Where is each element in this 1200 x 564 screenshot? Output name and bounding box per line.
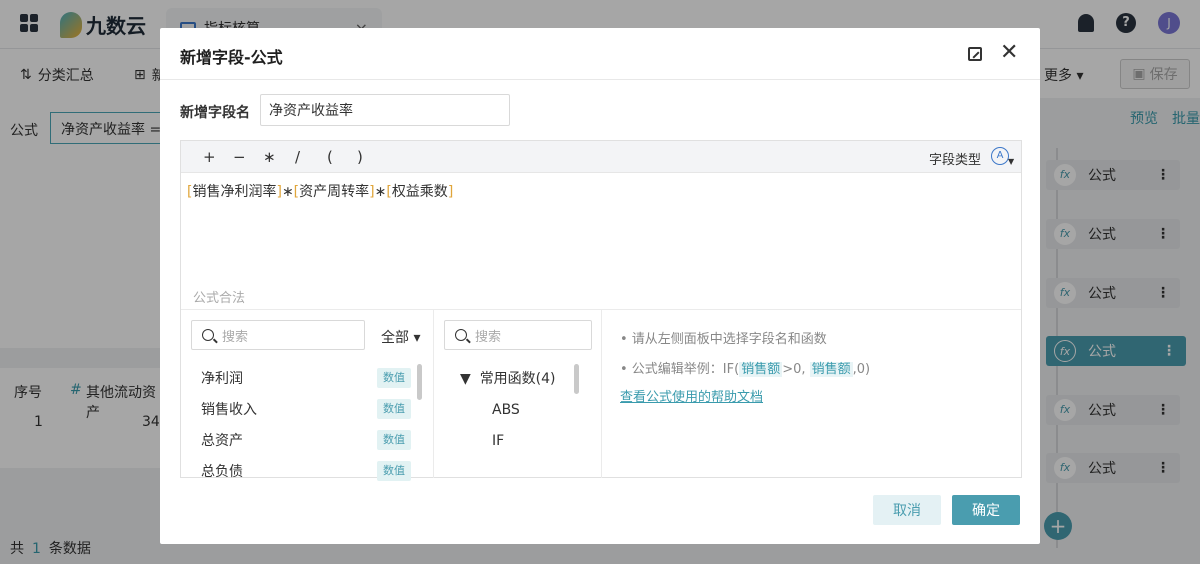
search-placeholder: 搜索 xyxy=(222,329,249,345)
left-paren-button[interactable]: ( xyxy=(327,148,333,166)
field-type-tag: 数值 xyxy=(377,461,411,481)
expand-icon[interactable] xyxy=(968,47,982,61)
minus-operator-button[interactable]: − xyxy=(233,148,246,166)
formula-token: 权益乘数 xyxy=(391,184,448,200)
dialog-header: 新增字段-公式 ✕ xyxy=(160,28,1040,80)
function-group[interactable]: ▼ 常用函数(4) xyxy=(460,368,556,388)
plus-operator-button[interactable]: + xyxy=(203,148,216,166)
dialog-title: 新增字段-公式 xyxy=(180,48,283,67)
field-filter-dropdown[interactable]: 全部 ▾ xyxy=(381,327,420,347)
formula-valid-hint: 公式合法 xyxy=(193,291,246,306)
formula-editor: + − ∗ / ( ) 字段类型 A ▼ [销售净利润率]∗[资产周转率]∗[权… xyxy=(180,140,1022,481)
functions-panel: 搜索 ▼ 常用函数(4) ABS IF xyxy=(434,310,602,478)
formula-content[interactable]: [销售净利润率]∗[资产周转率]∗[权益乘数] xyxy=(187,181,453,201)
tip-example: • 公式编辑举例：IF(销售额 >0, 销售额 ,0) xyxy=(620,358,870,377)
caret-down-icon: ▾ xyxy=(413,330,421,346)
tip-example-suffix: ,0) xyxy=(852,362,871,377)
field-name: 总资产 xyxy=(201,433,243,449)
divide-operator-button[interactable]: / xyxy=(295,148,300,166)
formula-token: 销售净利润率 xyxy=(192,184,277,200)
field-name: 销售收入 xyxy=(201,402,257,418)
tip-example-field: 销售额 xyxy=(809,362,853,377)
help-doc-link[interactable]: 查看公式使用的帮助文档 xyxy=(620,386,763,405)
tip-example-field: 销售额 xyxy=(739,362,783,377)
field-name-label: 新增字段名 xyxy=(180,105,250,121)
confirm-button[interactable]: 确定 xyxy=(952,495,1020,525)
function-item[interactable]: ABS xyxy=(492,402,520,418)
token-bracket: ] xyxy=(447,184,454,200)
formula-operator: ∗ xyxy=(374,184,387,200)
field-type-icon[interactable]: A xyxy=(991,147,1009,165)
help-panel: • 请从左侧面板中选择字段名和函数 • 公式编辑举例：IF(销售额 >0, 销售额… xyxy=(602,310,1022,478)
cancel-button[interactable]: 取消 xyxy=(873,495,941,525)
search-icon xyxy=(202,329,214,341)
search-placeholder: 搜索 xyxy=(475,329,502,345)
fields-scrollbar[interactable] xyxy=(417,364,422,400)
tip-example-prefix: • 公式编辑举例：IF( xyxy=(620,362,740,377)
field-type-tag: 数值 xyxy=(377,430,411,450)
function-item[interactable]: IF xyxy=(492,433,504,449)
field-name: 总负债 xyxy=(201,464,243,480)
field-type-tag: 数值 xyxy=(377,368,411,388)
tip-example-mid: >0, xyxy=(782,362,806,377)
function-group-label: 常用函数(4) xyxy=(479,371,556,387)
right-paren-button[interactable]: ) xyxy=(357,148,363,166)
formula-token: 资产周转率 xyxy=(299,184,370,200)
field-item[interactable]: 销售收入 数值 xyxy=(201,399,411,419)
field-item[interactable]: 总负债 数值 xyxy=(201,461,411,481)
fields-search-input[interactable]: 搜索 xyxy=(191,320,365,350)
fields-panel: 搜索 全部 ▾ 净利润 数值 销售收入 数值 总资产 数值 总负债 数值 xyxy=(181,310,434,481)
functions-scrollbar[interactable] xyxy=(574,364,579,394)
field-type-label: 字段类型 xyxy=(929,153,982,168)
add-field-formula-dialog: 新增字段-公式 ✕ 新增字段名 + − ∗ / ( ) 字段类型 A ▼ [销售… xyxy=(160,28,1040,544)
field-name: 净利润 xyxy=(201,371,243,387)
field-type-tag: 数值 xyxy=(377,399,411,419)
search-icon xyxy=(455,329,467,341)
field-name-input[interactable] xyxy=(260,94,510,126)
multiply-operator-button[interactable]: ∗ xyxy=(263,148,276,166)
chevron-down-icon[interactable]: ▼ xyxy=(1008,157,1014,166)
functions-search-input[interactable]: 搜索 xyxy=(444,320,592,350)
operator-bar: + − ∗ / ( ) 字段类型 A ▼ xyxy=(181,141,1021,173)
field-item[interactable]: 净利润 数值 xyxy=(201,368,411,388)
field-item[interactable]: 总资产 数值 xyxy=(201,430,411,450)
tip-text: • 请从左侧面板中选择字段名和函数 xyxy=(620,332,827,347)
filter-label: 全部 xyxy=(381,330,409,346)
triangle-down-icon: ▼ xyxy=(460,371,471,387)
formula-operator: ∗ xyxy=(281,184,294,200)
close-icon[interactable]: ✕ xyxy=(1000,40,1018,66)
